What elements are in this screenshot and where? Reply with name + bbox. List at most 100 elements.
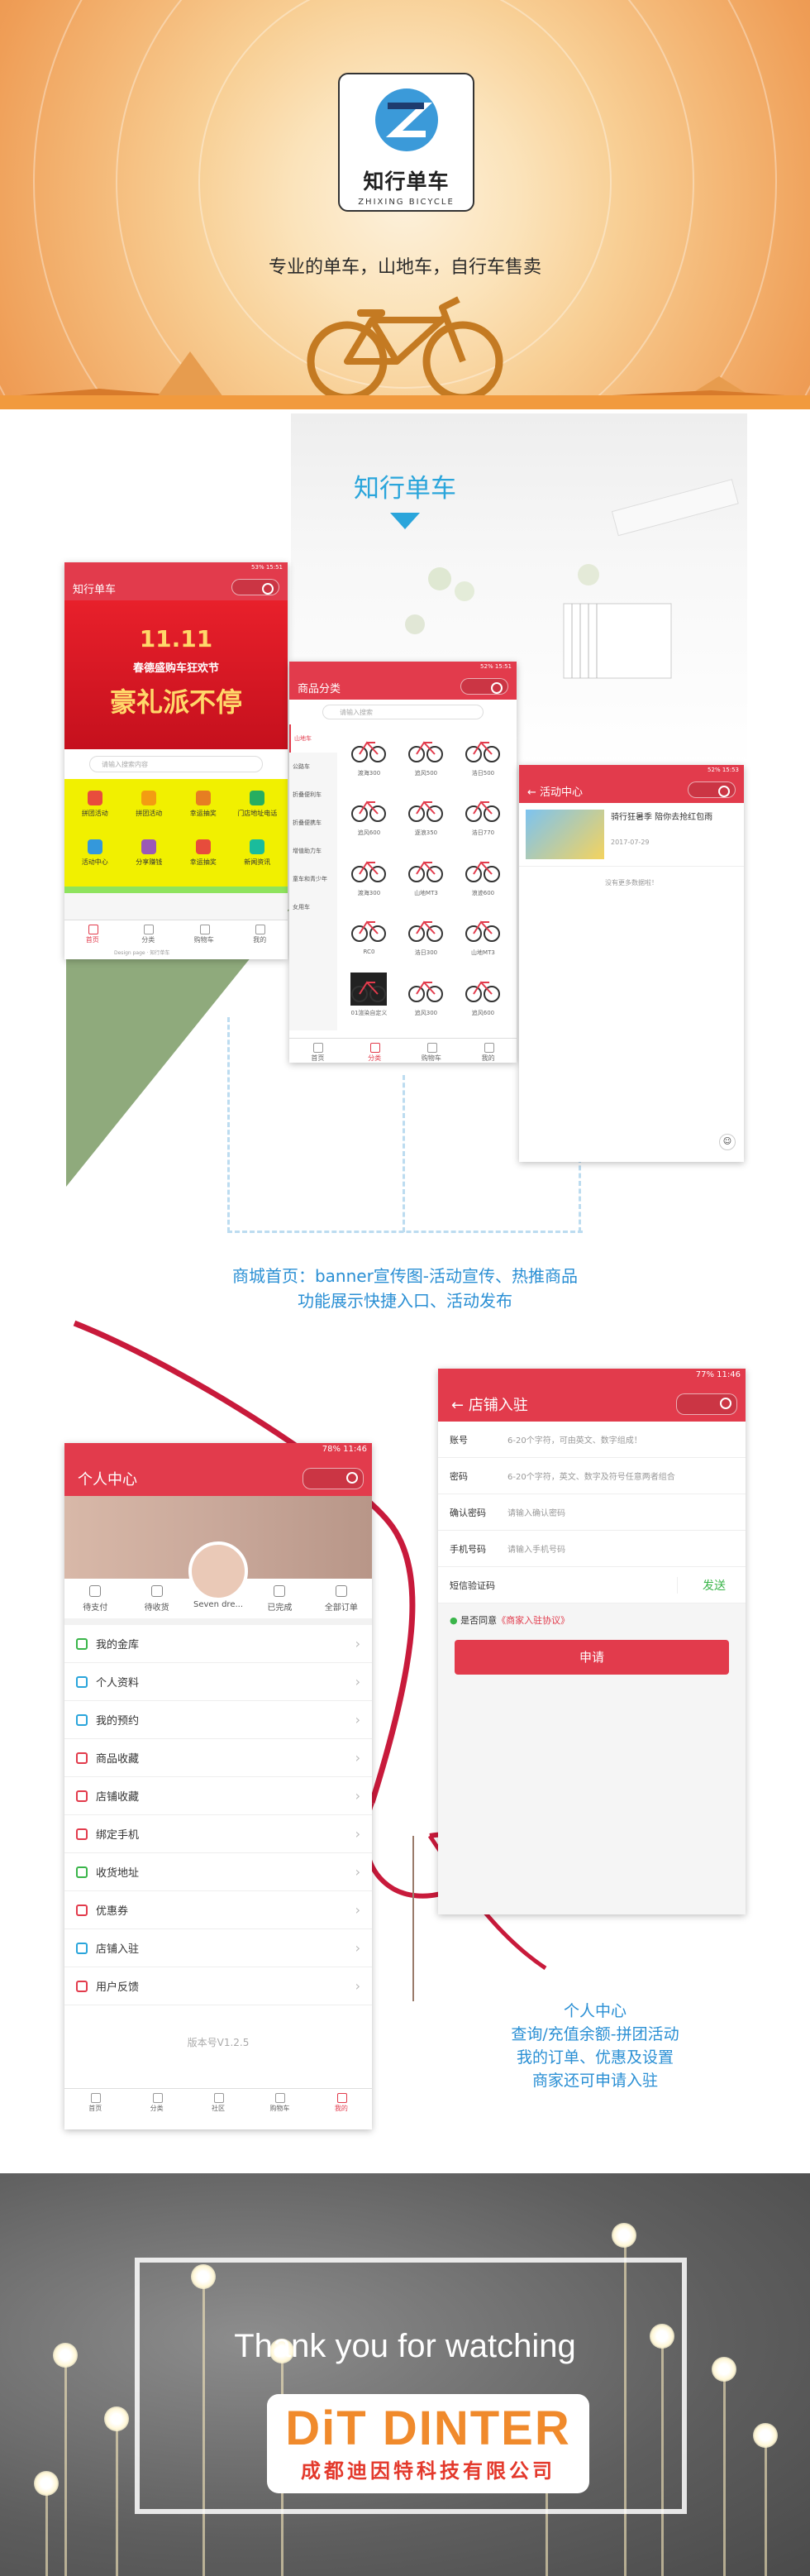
order-status-item[interactable]: 待收货 [126, 1579, 187, 1618]
form-row: 手机号码 请输入手机号码 [438, 1531, 746, 1567]
menu-item[interactable]: 我的金库 › [64, 1625, 372, 1663]
order-status-item[interactable]: 已完成 [249, 1579, 310, 1618]
tab-item[interactable]: 首页 [64, 2089, 126, 2129]
product-item[interactable]: 浩日300 [398, 907, 455, 965]
menu-item[interactable]: 商品收藏 › [64, 1739, 372, 1777]
menu-capsule[interactable] [688, 781, 736, 798]
menu-item[interactable]: 优惠券 › [64, 1891, 372, 1929]
menu-item[interactable]: 店铺收藏 › [64, 1777, 372, 1815]
tab-item[interactable]: 我的 [232, 920, 288, 953]
menu-capsule[interactable] [303, 1468, 364, 1489]
product-name: 追风500 [414, 770, 438, 777]
menu-item[interactable]: 用户反馈 › [64, 1967, 372, 2005]
back-icon[interactable]: ← [527, 786, 540, 799]
product-name: 01渲染自定义 [350, 1009, 388, 1016]
category-item[interactable]: 童车和青少年 [289, 865, 337, 893]
activity-item[interactable]: 骑行狂暑季 陪你去抢红包雨 2017-07-29 [519, 803, 744, 867]
category-item[interactable]: 折叠便携车 [289, 809, 337, 837]
menu-label: 绑定手机 [96, 1829, 140, 1842]
connector-line [227, 1231, 583, 1233]
status-bar: 52% 15:53 [519, 765, 744, 777]
product-item[interactable]: 浩日500 [455, 728, 512, 786]
menu-item[interactable]: 收货地址 › [64, 1853, 372, 1891]
tab-item[interactable]: 购物车 [176, 920, 232, 953]
thank-you-text: Thank you for watching [234, 2328, 576, 2364]
nav-bar: 知行单车 [64, 574, 288, 600]
agreement-link[interactable]: 《商家入驻协议》 [497, 1615, 569, 1626]
tab-item[interactable]: 分类 [126, 2089, 187, 2129]
menu-item[interactable]: 我的预约 › [64, 1701, 372, 1739]
field-label: 密码 [450, 1470, 468, 1482]
product-item[interactable]: 山地MT3 [398, 848, 455, 906]
category-item[interactable]: 折叠便利车 [289, 781, 337, 809]
order-status-item[interactable]: 待支付 [64, 1579, 126, 1618]
product-item[interactable]: 追风600 [341, 787, 398, 845]
product-item[interactable]: 渡海300 [341, 728, 398, 786]
user-icon[interactable]: ☺ [719, 1134, 736, 1150]
field-input[interactable]: 请输入手机号码 [507, 1542, 734, 1555]
search-input[interactable]: 请输入搜索内容 [89, 756, 263, 772]
register-screen: 77% 11:46 ← 店铺入驻 账号 6-20个字符，可由英文、数字组成！ 密码 6… [438, 1369, 746, 1914]
grid-item[interactable]: 拼团活动 [122, 791, 177, 833]
tab-item[interactable]: 购物车 [249, 2089, 310, 2129]
search-input[interactable]: 请输入搜索 [322, 705, 484, 719]
grid-item[interactable]: 幸运抽奖 [176, 791, 231, 833]
order-status-item[interactable]: 全部订单 [311, 1579, 372, 1618]
product-item[interactable]: 追风500 [398, 728, 455, 786]
tab-item[interactable]: 购物车 [403, 1039, 460, 1063]
chevron-right-icon: › [355, 1940, 360, 1956]
grid-item[interactable]: 门店地址电话 [231, 791, 285, 833]
product-name: 浩日300 [414, 949, 438, 957]
field-input[interactable]: 请输入确认密码 [507, 1506, 734, 1518]
product-item[interactable]: RC0 [341, 907, 398, 965]
send-code-button[interactable]: 发送 [677, 1576, 734, 1594]
tab-item[interactable]: 分类 [346, 1039, 403, 1063]
back-icon[interactable]: ← [451, 1397, 469, 1414]
product-item[interactable]: 渡海300 [341, 848, 398, 906]
menu-icon [76, 1828, 88, 1840]
tab-item[interactable]: 首页 [289, 1039, 346, 1063]
category-item[interactable]: 山地车 [289, 724, 337, 753]
grid-item[interactable]: 新闻资讯 [231, 839, 285, 882]
tab-item[interactable]: 社区 [188, 2089, 249, 2129]
product-item[interactable]: 浪迹600 [455, 848, 512, 906]
menu-label: 我的金库 [96, 1639, 140, 1651]
menu-capsule[interactable] [460, 678, 508, 695]
category-item[interactable]: 增值助力车 [289, 837, 337, 865]
apply-button[interactable]: 申请 [455, 1640, 729, 1675]
avatar[interactable] [188, 1541, 248, 1601]
promo-banner[interactable]: 11.11 春德盛购车狂欢节 豪礼派不停 [64, 600, 288, 749]
tab-item[interactable]: 首页 [64, 920, 121, 953]
category-item[interactable]: 女用车 [289, 893, 337, 921]
menu-capsule[interactable] [676, 1393, 737, 1415]
field-input[interactable]: 6-20个字符，英文、数字及符号任意两者组合 [507, 1470, 734, 1482]
menu-label: 优惠券 [96, 1905, 129, 1918]
product-item[interactable]: 山地MT3 [455, 907, 512, 965]
grid-item[interactable]: 分享赚钱 [122, 839, 177, 882]
product-item[interactable]: 01渲染自定义 [341, 968, 398, 1025]
agreement-row[interactable]: ● 是否同意《商家入驻协议》 [438, 1603, 746, 1637]
grid-item-label: 幸运抽奖 [189, 810, 217, 817]
tab-item[interactable]: 我的 [311, 2089, 372, 2129]
category-item[interactable]: 公路车 [289, 753, 337, 781]
description-line: 查询/充值余额-拼团活动 [511, 2025, 679, 2043]
menu-capsule[interactable] [231, 579, 279, 595]
product-item[interactable]: 追风600 [455, 968, 512, 1025]
grid-item-label: 新闻资讯 [244, 858, 271, 866]
menu-icon [76, 1713, 88, 1726]
menu-item[interactable]: 店铺入驻 › [64, 1929, 372, 1967]
grid-item[interactable]: 活动中心 [68, 839, 122, 882]
footer-text: Design page · 知行单车 [114, 950, 170, 956]
tab-item[interactable]: 我的 [460, 1039, 517, 1063]
check-icon[interactable]: ● [450, 1615, 458, 1626]
product-item[interactable]: 浩日770 [455, 787, 512, 845]
product-item[interactable]: 追风300 [398, 968, 455, 1025]
menu-label: 店铺入驻 [96, 1943, 140, 1956]
menu-item[interactable]: 个人资料 › [64, 1663, 372, 1701]
grid-item[interactable]: 幸运抽奖 [176, 839, 231, 882]
grid-item[interactable]: 拼团活动 [68, 791, 122, 833]
menu-item[interactable]: 绑定手机 › [64, 1815, 372, 1853]
grid-item-icon [87, 839, 102, 854]
field-input[interactable]: 6-20个字符，可由英文、数字组成！ [507, 1433, 734, 1446]
product-item[interactable]: 逐浪350 [398, 787, 455, 845]
